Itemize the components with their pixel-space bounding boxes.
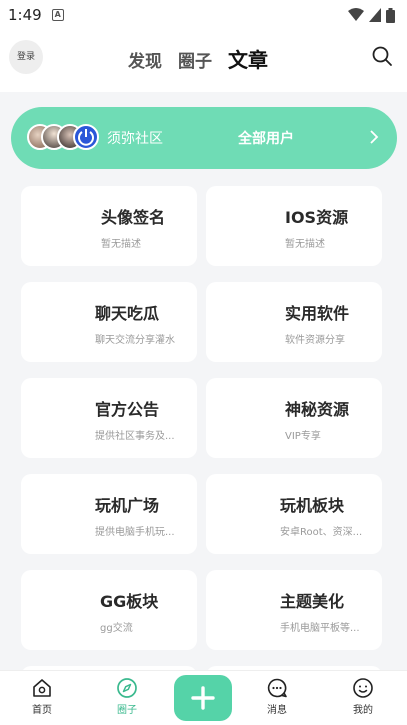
compass-icon bbox=[117, 678, 137, 698]
wifi-icon bbox=[348, 8, 364, 21]
category-title: 玩机板块 bbox=[280, 496, 345, 515]
category-desc: 聊天交流分享灌水 bbox=[95, 335, 175, 346]
category-title: 头像签名 bbox=[101, 208, 166, 227]
nav-messages-label: 消息 bbox=[267, 705, 287, 716]
bottom-navigation: 首页 圈子 消息 我的 bbox=[0, 670, 407, 725]
community-banner[interactable]: 须弥社区 全部用户 bbox=[11, 107, 397, 169]
category-card-gg[interactable]: GG板块 gg交流 bbox=[21, 570, 197, 650]
category-desc: 暂无描述 bbox=[101, 239, 141, 250]
tab-articles[interactable]: 文章 bbox=[228, 44, 268, 73]
nav-home[interactable]: 首页 bbox=[12, 677, 72, 716]
power-icon bbox=[78, 129, 94, 146]
category-card-play-section[interactable]: 玩机板块 安卓Root、资深... bbox=[206, 474, 382, 554]
tab-discover[interactable]: 发现 bbox=[128, 47, 162, 72]
category-desc: gg交流 bbox=[100, 623, 133, 634]
top-header: 登录 发现 圈子 文章 bbox=[0, 30, 407, 92]
message-icon bbox=[267, 678, 287, 698]
category-card-software[interactable]: 实用软件 软件资源分享 bbox=[206, 282, 382, 362]
category-desc: VIP专享 bbox=[285, 431, 321, 442]
category-title: 实用软件 bbox=[285, 304, 350, 323]
notification-icon: A bbox=[51, 9, 64, 21]
category-card-mystery[interactable]: 神秘资源 VIP专享 bbox=[206, 378, 382, 458]
category-desc: 提供社区事务及... bbox=[95, 431, 175, 442]
category-title: 官方公告 bbox=[95, 400, 160, 419]
profile-icon bbox=[353, 678, 373, 698]
battery-icon bbox=[386, 7, 395, 23]
create-post-button[interactable] bbox=[174, 675, 232, 721]
category-desc: 手机电脑平板等... bbox=[280, 623, 360, 634]
nav-messages[interactable]: 消息 bbox=[247, 677, 307, 716]
tab-circles[interactable]: 圈子 bbox=[178, 47, 212, 72]
nav-profile[interactable]: 我的 bbox=[333, 677, 393, 716]
category-title: IOS资源 bbox=[285, 208, 349, 227]
category-desc: 安卓Root、资深... bbox=[280, 527, 363, 538]
category-card-ios[interactable]: IOS资源 暂无描述 bbox=[206, 186, 382, 266]
category-card-play-square[interactable]: 玩机广场 提供电脑手机玩... bbox=[21, 474, 197, 554]
category-desc: 软件资源分享 bbox=[285, 335, 345, 346]
all-users-link[interactable]: 全部用户 bbox=[238, 128, 294, 148]
status-bar: 1:49 A bbox=[0, 0, 407, 30]
category-card-announcement[interactable]: 官方公告 提供社区事务及... bbox=[21, 378, 197, 458]
category-title: 聊天吃瓜 bbox=[95, 304, 160, 323]
category-title: GG板块 bbox=[100, 592, 159, 611]
top-tabs: 发现 圈子 文章 bbox=[128, 44, 268, 73]
search-icon[interactable] bbox=[371, 45, 393, 67]
category-desc: 暂无描述 bbox=[285, 239, 325, 250]
status-time: 1:49 bbox=[8, 6, 42, 24]
plus-icon bbox=[191, 686, 215, 710]
status-icons bbox=[348, 7, 395, 23]
nav-circles[interactable]: 圈子 bbox=[97, 677, 157, 716]
category-title: 玩机广场 bbox=[95, 496, 160, 515]
category-card-theme[interactable]: 主题美化 手机电脑平板等... bbox=[206, 570, 382, 650]
nav-home-label: 首页 bbox=[32, 705, 52, 716]
content-area: 须弥社区 全部用户 头像签名 暂无描述 IOS资源 暂无描述 聊天吃瓜 聊天交流… bbox=[0, 92, 407, 670]
signal-icon bbox=[369, 8, 381, 22]
chevron-right-icon[interactable] bbox=[369, 129, 379, 145]
nav-circles-label: 圈子 bbox=[117, 705, 137, 716]
nav-profile-label: 我的 bbox=[353, 705, 373, 716]
category-card-avatar-sign[interactable]: 头像签名 暂无描述 bbox=[21, 186, 197, 266]
category-desc: 提供电脑手机玩... bbox=[95, 527, 175, 538]
category-title: 主题美化 bbox=[280, 592, 345, 611]
home-icon bbox=[33, 679, 51, 697]
login-button[interactable]: 登录 bbox=[9, 40, 43, 74]
category-title: 神秘资源 bbox=[285, 400, 350, 419]
community-name: 须弥社区 bbox=[107, 131, 163, 147]
category-card-chat[interactable]: 聊天吃瓜 聊天交流分享灌水 bbox=[21, 282, 197, 362]
avatar bbox=[73, 124, 99, 150]
